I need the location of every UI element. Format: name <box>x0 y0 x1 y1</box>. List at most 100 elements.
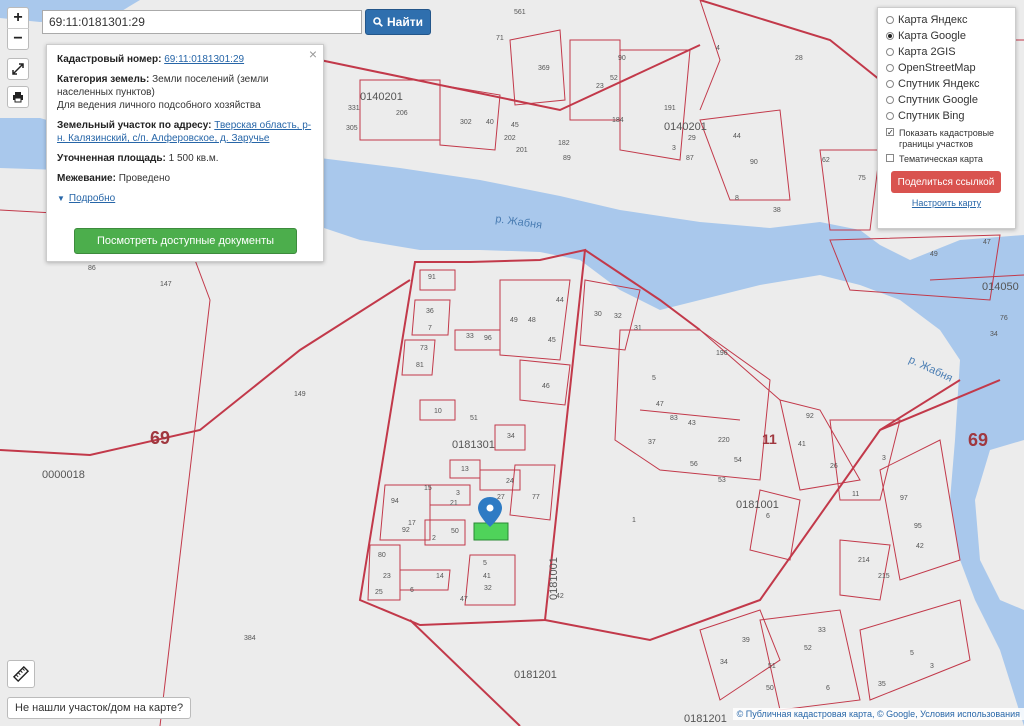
radio-icon[interactable] <box>886 64 894 72</box>
parcel-label: 6 <box>410 587 414 594</box>
parcel-label: 44 <box>556 297 564 304</box>
thematic-label: Тематическая карта <box>899 154 983 164</box>
parcel-label: 83 <box>670 415 678 422</box>
address-label: Земельный участок по адресу: <box>57 120 212 131</box>
caret-down-icon: ▼ <box>57 194 65 203</box>
attribution[interactable]: © Публичная кадастровая карта, © Google,… <box>732 708 1024 720</box>
layer-option[interactable]: Спутник Яндекс <box>886 76 1007 92</box>
search-button[interactable]: Найти <box>365 9 431 35</box>
parcel-label: 206 <box>396 110 408 117</box>
ruler-button[interactable] <box>7 660 35 688</box>
parcel-label: 32 <box>614 313 622 320</box>
region-label: 69 <box>150 428 170 448</box>
layer-label: Спутник Bing <box>898 110 965 122</box>
parcel-label: 62 <box>822 157 830 164</box>
print-button[interactable] <box>7 86 29 108</box>
parcel-label: 201 <box>516 147 528 154</box>
parcel-label: 561 <box>514 9 526 16</box>
cadastral-link[interactable]: 69:11:0181301:29 <box>164 54 244 65</box>
radio-icon[interactable] <box>886 80 894 88</box>
parcel-label: 56 <box>690 461 698 468</box>
survey-label: Межевание: <box>57 173 116 184</box>
layer-option[interactable]: Спутник Bing <box>886 108 1007 124</box>
parcel-label: 24 <box>506 478 514 485</box>
layer-option[interactable]: OpenStreetMap <box>886 60 1007 76</box>
parcel-label: 96 <box>484 335 492 342</box>
fullscreen-button[interactable] <box>7 58 29 80</box>
parcel-label: 87 <box>686 155 694 162</box>
parcel-label: 47 <box>460 596 468 603</box>
quarter-label: 0000018 <box>42 469 85 481</box>
parcel-label: 45 <box>511 122 519 129</box>
parcel-label: 45 <box>548 337 556 344</box>
checkbox-icon[interactable] <box>886 154 894 162</box>
zoom-out-button[interactable]: − <box>7 28 29 49</box>
parcel-label: 214 <box>858 557 870 564</box>
parcel-label: 49 <box>930 251 938 258</box>
parcel-label: 52 <box>804 645 812 652</box>
parcel-label: 39 <box>742 637 750 644</box>
parcel-label: 92 <box>806 413 814 420</box>
parcel-label: 36 <box>426 308 434 315</box>
radio-icon[interactable] <box>886 16 894 24</box>
parcel-label: 30 <box>594 311 602 318</box>
parcel-label: 41 <box>483 573 491 580</box>
parcel-label: 147 <box>160 281 172 288</box>
zoom-control: + − <box>7 7 29 50</box>
parcel-label: 42 <box>556 593 564 600</box>
radio-icon[interactable] <box>886 48 894 56</box>
zoom-in-button[interactable]: + <box>7 8 29 28</box>
layer-option[interactable]: Карта Яндекс <box>886 12 1007 28</box>
parcel-label: 3 <box>882 455 886 462</box>
details-toggle[interactable]: ▼ Подробно <box>57 192 313 205</box>
radio-icon[interactable] <box>886 32 894 40</box>
parcel-label: 81 <box>416 362 424 369</box>
parcel-label: 91 <box>428 274 436 281</box>
region-label: 11 <box>762 431 777 447</box>
layer-option[interactable]: Спутник Google <box>886 92 1007 108</box>
view-documents-button[interactable]: Посмотреть доступные документы <box>74 228 297 254</box>
parcel-label: 44 <box>733 133 741 140</box>
show-borders-option[interactable]: ✓ Показать кадастровые границы участков <box>886 128 1007 150</box>
parcel-label: 4 <box>716 45 720 52</box>
parcel-label: 10 <box>434 408 442 415</box>
parcel-label: 48 <box>528 317 536 324</box>
share-link-button[interactable]: Поделиться ссылкой <box>891 171 1001 193</box>
parcel-label: 26 <box>830 463 838 470</box>
parcel-label: 37 <box>648 439 656 446</box>
layer-option[interactable]: Карта Google <box>886 28 1007 44</box>
parcel-label: 369 <box>538 65 550 72</box>
parcel-label: 47 <box>656 401 664 408</box>
layer-label: Карта Яндекс <box>898 14 968 26</box>
radio-icon[interactable] <box>886 112 894 120</box>
parcel-label: 6 <box>766 513 770 520</box>
parcel-label: 182 <box>558 140 570 147</box>
parcel-label: 40 <box>486 119 494 126</box>
parcel-label: 53 <box>718 477 726 484</box>
search-input[interactable]: 69:11:0181301:29 <box>42 10 362 34</box>
parcel-label: 97 <box>900 495 908 502</box>
radio-icon[interactable] <box>886 96 894 104</box>
close-icon[interactable]: × <box>309 47 317 61</box>
parcel-label: 51 <box>768 663 776 670</box>
show-borders-label: Показать кадастровые границы участков <box>899 128 995 149</box>
parcel-label: 77 <box>532 494 540 501</box>
parcel-label: 34 <box>507 433 515 440</box>
parcel-label: 43 <box>688 420 696 427</box>
parcel-label: 80 <box>378 552 386 559</box>
parcel-label: 220 <box>718 437 730 444</box>
setup-map-link[interactable]: Настроить карту <box>886 198 1007 208</box>
parcel-label: 3 <box>672 145 676 152</box>
parcel-label: 90 <box>618 55 626 62</box>
not-found-button[interactable]: Не нашли участок/дом на карте? <box>7 697 192 719</box>
expand-icon <box>12 63 24 75</box>
search-icon <box>373 17 383 27</box>
thematic-option[interactable]: Тематическая карта <box>886 154 1007 165</box>
layer-option[interactable]: Карта 2GIS <box>886 44 1007 60</box>
parcel-label: 196 <box>716 350 728 357</box>
parcel-label: 184 <box>612 117 624 124</box>
parcel-label: 50 <box>766 685 774 692</box>
checkbox-checked-icon[interactable]: ✓ <box>886 128 894 137</box>
parcel-label: 302 <box>460 119 472 126</box>
parcel-label: 3 <box>456 490 460 497</box>
